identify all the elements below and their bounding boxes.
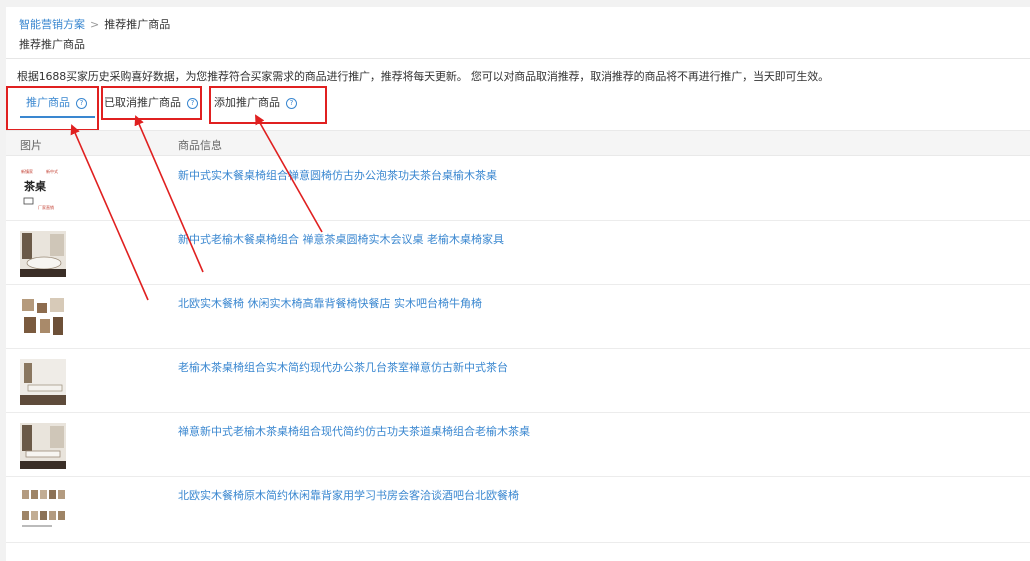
product-title-link[interactable]: 北欧实木餐椅 休闲实木椅高靠背餐椅快餐店 实木吧台椅牛角椅: [178, 295, 482, 311]
page-description: 根据1688买家历史采购喜好数据，为您推荐符合买家需求的商品进行推广，推荐将每天…: [17, 70, 829, 83]
annotation-box-tab-2: [101, 86, 202, 120]
thumb-text-tag: 厂家直销: [38, 204, 54, 210]
annotation-box-tab-1: [6, 86, 99, 131]
product-thumbnail[interactable]: [20, 487, 66, 533]
product-title-link[interactable]: 老榆木茶桌椅组合实木简约现代办公茶几台茶室禅意仿古新中式茶台: [178, 359, 508, 375]
column-header-info: 商品信息: [178, 139, 222, 152]
page-title: 推荐推广商品: [19, 38, 85, 51]
table-row: 禅意新中式老榆木茶桌椅组合现代简约仿古功夫茶道桌椅组合老榆木茶桌: [6, 413, 1030, 477]
product-title-link[interactable]: 新中式实木餐桌椅组合禅意圆椅仿古办公泡茶功夫茶台桌榆木茶桌: [178, 167, 497, 183]
product-title-link[interactable]: 新中式老榆木餐桌椅组合 禅意茶桌圆椅实木会议桌 老榆木桌椅家具: [178, 231, 504, 247]
table-row: 新镇家 新中式 茶桌 厂家直销 新中式实木餐桌椅组合禅意圆椅仿古办公泡茶功夫茶台…: [6, 157, 1030, 221]
table-row: 北欧实木餐椅原木简约休闲靠背家用学习书房会客洽谈酒吧台北欧餐椅: [6, 477, 1030, 543]
product-title-link[interactable]: 北欧实木餐椅原木简约休闲靠背家用学习书房会客洽谈酒吧台北欧餐椅: [178, 487, 519, 503]
thumb-text-top-right: 新中式: [46, 168, 58, 174]
product-thumbnail[interactable]: [20, 295, 66, 341]
breadcrumb-root-link[interactable]: 智能营销方案: [19, 18, 85, 31]
thumb-text-main: 茶桌: [23, 179, 47, 193]
product-thumbnail[interactable]: [20, 359, 66, 405]
column-header-image: 图片: [20, 139, 42, 152]
product-thumbnail[interactable]: [20, 231, 66, 277]
table-header: 图片 商品信息: [6, 130, 1030, 156]
header-divider: [6, 58, 1030, 59]
top-gap: [0, 0, 1030, 7]
product-title-link[interactable]: 禅意新中式老榆木茶桌椅组合现代简约仿古功夫茶道桌椅组合老榆木茶桌: [178, 423, 530, 439]
product-thumbnail[interactable]: [20, 423, 66, 469]
table-row: 新中式老榆木餐桌椅组合 禅意茶桌圆椅实木会议桌 老榆木桌椅家具: [6, 221, 1030, 285]
table-row: 北欧实木餐椅 休闲实木椅高靠背餐椅快餐店 实木吧台椅牛角椅: [6, 285, 1030, 349]
thumb-text-top-left: 新镇家: [21, 168, 33, 174]
table-row: 老榆木茶桌椅组合实木简约现代办公茶几台茶室禅意仿古新中式茶台: [6, 349, 1030, 413]
breadcrumb-current: 推荐推广商品: [104, 18, 171, 31]
breadcrumb: 智能营销方案 > 推荐推广商品: [19, 16, 170, 32]
breadcrumb-separator: >: [90, 18, 100, 31]
product-thumbnail[interactable]: 新镇家 新中式 茶桌 厂家直销: [20, 167, 66, 213]
annotation-box-tab-3: [209, 86, 327, 124]
